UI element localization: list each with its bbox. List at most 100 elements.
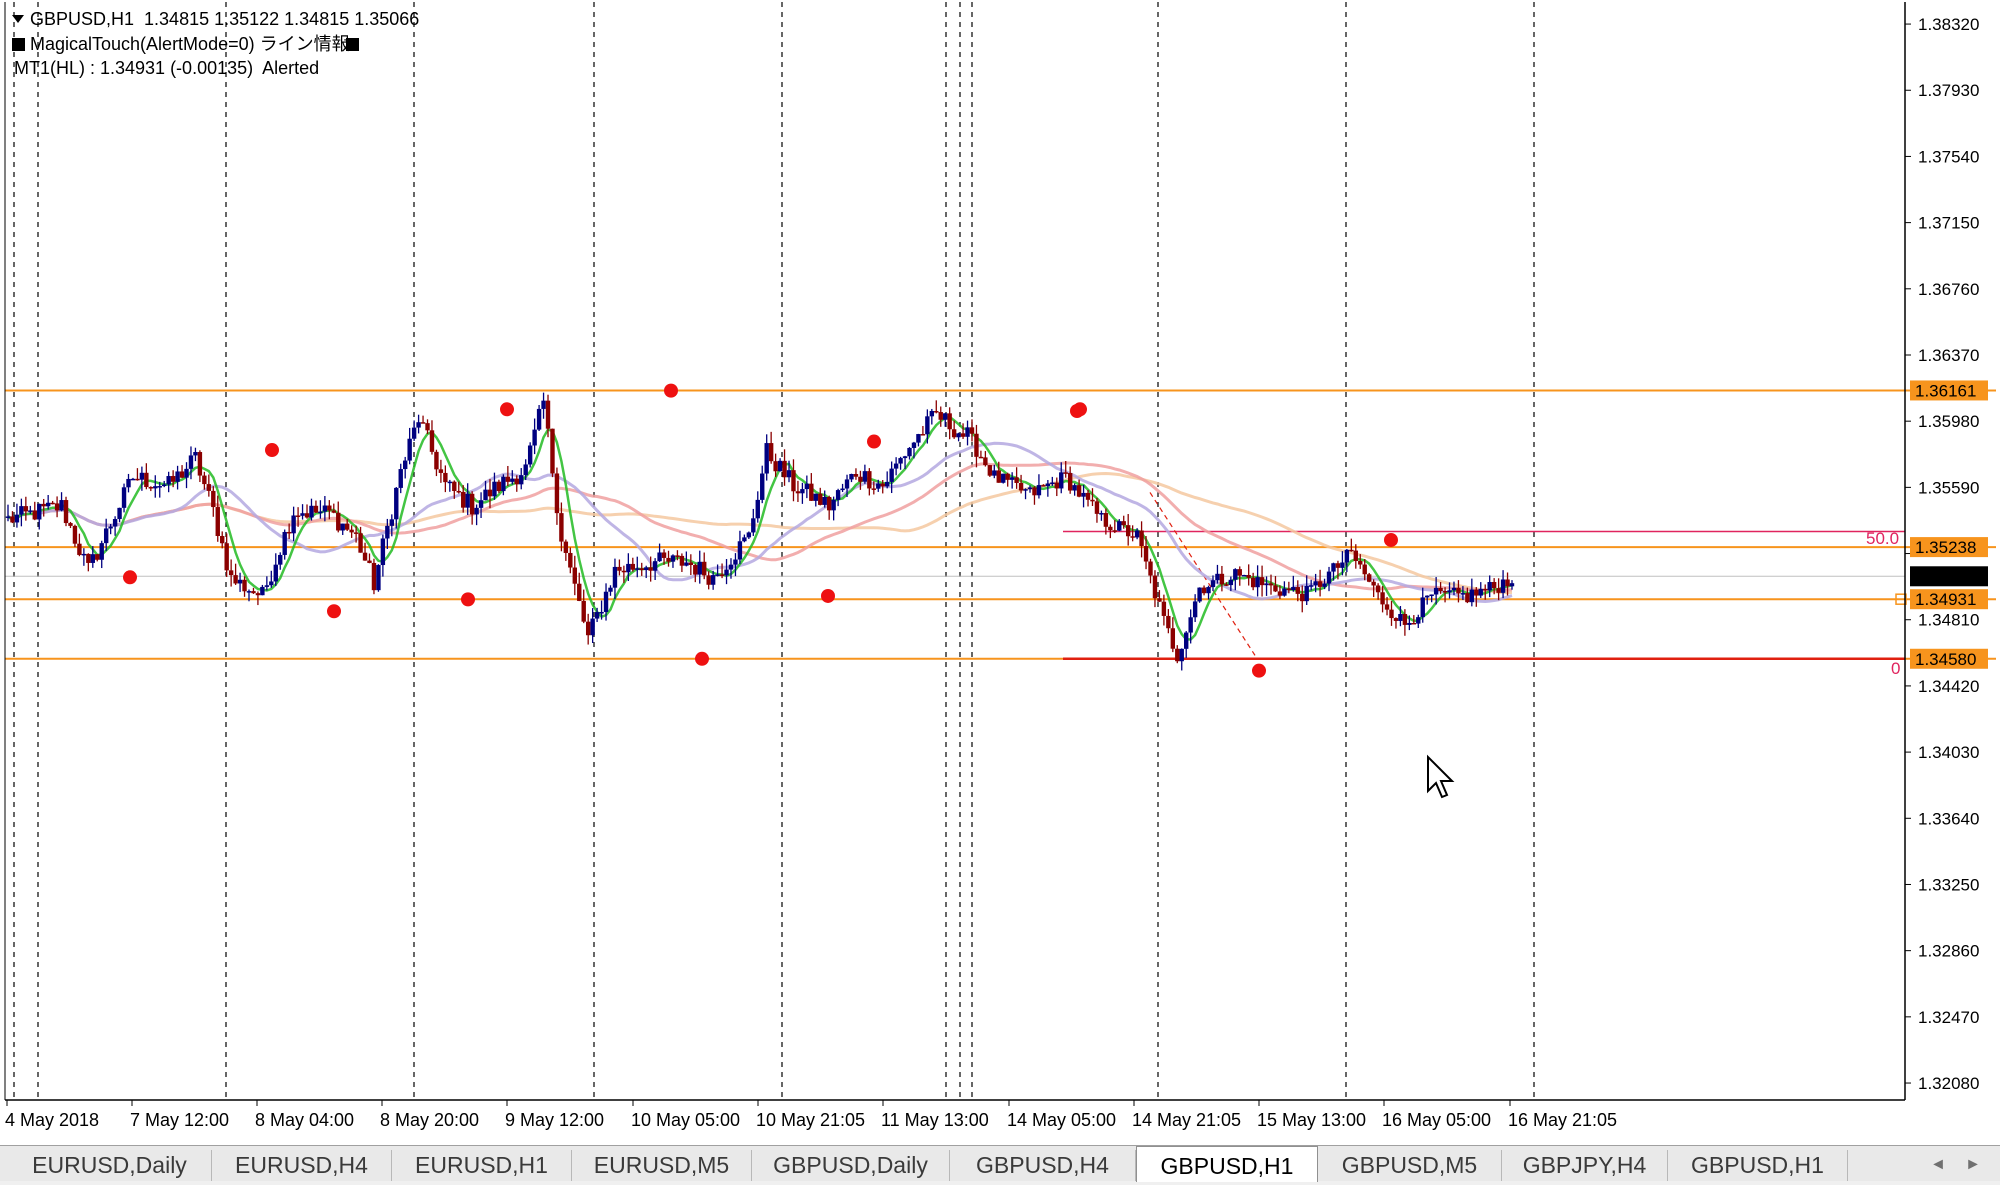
candle-body [54, 503, 60, 511]
candle-body [1375, 585, 1381, 593]
chart-tab[interactable]: EURUSD,H4 [212, 1150, 392, 1181]
candle-body [1255, 577, 1260, 588]
tab-scroll-right-icon[interactable]: ► [1960, 1152, 1986, 1178]
candle-body [411, 427, 417, 439]
candle-body [929, 410, 935, 417]
candle-body [1018, 482, 1024, 491]
candle-body [1121, 521, 1126, 526]
candle-body [514, 478, 519, 485]
candle-body [1250, 577, 1256, 588]
chart-tab[interactable]: EURUSD,H1 [392, 1150, 572, 1181]
candle-body [742, 537, 747, 542]
candle-body [1134, 530, 1140, 538]
chart-tab[interactable]: GBPUSD,H1 [1668, 1150, 1848, 1181]
candle-body [813, 493, 818, 501]
candle-body [1268, 583, 1274, 586]
price-level-label: 1.35238 [1915, 538, 1976, 557]
candle-body [269, 581, 274, 586]
price-chart[interactable]: 1.38320 1.37930 1.37540 1.37150 1.36760 1.363… [0, 0, 2000, 1145]
candle-body [291, 515, 296, 534]
swing-high-dot [867, 434, 881, 449]
candle-body [702, 561, 707, 576]
candle-body [867, 471, 872, 489]
candle-body [1491, 582, 1497, 589]
candle-body [818, 493, 823, 505]
candle-body [50, 502, 55, 505]
chart-tab[interactable]: GBPJPY,H4 [1502, 1150, 1668, 1181]
candle-body [469, 493, 475, 515]
candle-body [295, 515, 301, 517]
candle-body [1322, 583, 1327, 587]
candle-body [1072, 485, 1077, 491]
candle-body [943, 413, 948, 420]
candle-body [1094, 501, 1100, 514]
candle-body [1001, 473, 1006, 483]
candle-body [893, 463, 899, 469]
candle-body [443, 472, 448, 483]
candle-body [871, 488, 877, 490]
candle-body [260, 586, 265, 596]
candle-body [594, 612, 600, 619]
time-tick-label: 16 May 05:00 [1382, 1110, 1491, 1130]
candle-body [10, 516, 15, 523]
candle-body [643, 567, 649, 571]
candle-body [585, 621, 591, 636]
chart-tab[interactable]: EURUSD,Daily [8, 1150, 212, 1181]
candle-body [1335, 563, 1341, 568]
candle-body [617, 566, 622, 571]
candle-body [353, 532, 359, 534]
candle-body [242, 579, 247, 592]
candle-body [679, 555, 685, 566]
candle-body [1331, 563, 1336, 572]
candle-body [237, 579, 243, 584]
candle-body [1148, 561, 1153, 576]
candle-body [367, 560, 372, 563]
candle-body [1282, 588, 1287, 596]
swing-high-dot [1384, 532, 1398, 547]
candle-body [1103, 513, 1109, 527]
chart-tab[interactable]: GBPUSD,H4 [950, 1150, 1136, 1181]
candle-body [103, 528, 109, 544]
candle-body [786, 470, 792, 478]
chart-tab[interactable]: GBPUSD,H1 [1136, 1146, 1318, 1182]
tab-scroll-left-icon[interactable]: ◄ [1925, 1152, 1951, 1178]
chart-tab[interactable]: GBPUSD,M5 [1318, 1150, 1502, 1181]
candle-body [822, 496, 827, 505]
candle-body [72, 525, 78, 544]
candle-body [215, 507, 220, 537]
candle-body [737, 541, 743, 560]
candle-body [389, 519, 395, 526]
chart-tab[interactable]: EURUSD,M5 [572, 1150, 752, 1181]
candle-body [1456, 587, 1461, 594]
candle-body [1451, 587, 1457, 591]
candle-body [661, 552, 667, 558]
candle-body [1036, 485, 1042, 496]
candle-body [304, 513, 310, 518]
candle-body [144, 472, 149, 488]
swing-low-dot [123, 570, 137, 585]
candle-body [1152, 575, 1158, 599]
candle-body [782, 460, 787, 478]
candle-body [1465, 593, 1470, 603]
candle-body [139, 472, 145, 480]
candle-body [951, 429, 957, 438]
chart-tab[interactable]: GBPUSD,Daily [752, 1150, 950, 1181]
candle-body [202, 475, 207, 485]
candle-body [434, 451, 439, 470]
chart-window[interactable]: 1.38320 1.37930 1.37540 1.37150 1.36760 1.363… [0, 0, 2000, 1182]
candle-body [1273, 585, 1278, 592]
price-tick-label: 1.32860 [1918, 942, 1979, 961]
price-tick-label: 1.36760 [1918, 280, 1979, 299]
time-tick-label: 8 May 20:00 [380, 1110, 479, 1130]
candle-body [1389, 609, 1394, 619]
candle-body [179, 471, 185, 478]
candle-body [220, 536, 225, 544]
candle-body [175, 471, 180, 482]
price-tick-label: 1.38320 [1918, 15, 1979, 34]
candle-body [117, 507, 122, 520]
price-tick-label: 1.34810 [1918, 611, 1979, 630]
candle-body [233, 575, 238, 584]
time-tick-label: 7 May 12:00 [130, 1110, 229, 1130]
candle-body [1353, 550, 1358, 562]
candle-body [1366, 574, 1372, 582]
